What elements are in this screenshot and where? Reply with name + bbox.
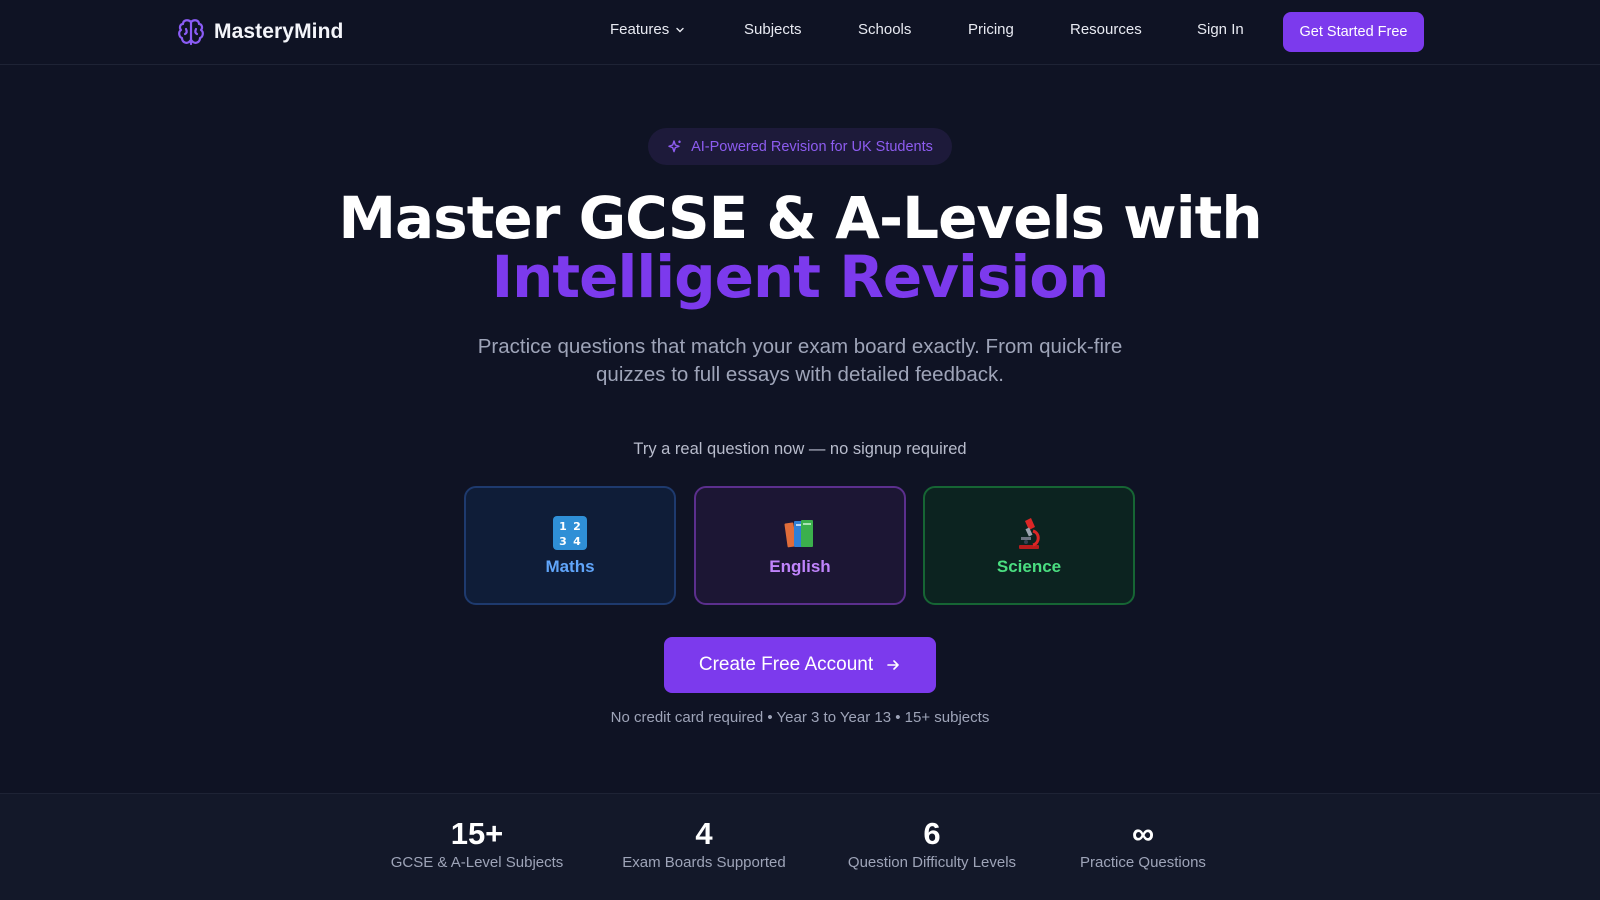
nav-pricing[interactable]: Pricing	[968, 21, 1014, 38]
subject-card-science[interactable]: Science	[923, 486, 1135, 605]
hero-title-highlight: Intelligent Revision	[491, 243, 1110, 311]
hero-badge-text: AI-Powered Revision for UK Students	[691, 138, 933, 155]
stat-value: 15+	[450, 816, 504, 851]
nav-features-label: Features	[610, 21, 670, 38]
brand-name: MasteryMind	[214, 20, 344, 43]
stat-difficulty-levels: 6 Question Difficulty Levels	[822, 816, 1042, 871]
signup-fineprint: No credit card required • Year 3 to Year…	[610, 709, 990, 726]
create-account-button[interactable]: Create Free Account	[664, 637, 936, 693]
nav-sign-in[interactable]: Sign In	[1197, 21, 1244, 38]
subject-label-maths: Maths	[545, 556, 595, 576]
brand-logo[interactable]: MasteryMind	[176, 16, 343, 48]
numbers-icon: 12 34	[553, 515, 587, 550]
stat-label: Question Difficulty Levels	[847, 854, 1017, 871]
brain-icon	[178, 19, 204, 46]
get-started-button[interactable]: Get Started Free	[1283, 12, 1424, 52]
stat-label: GCSE & A-Level Subjects	[390, 854, 564, 871]
subject-label-english: English	[769, 556, 831, 576]
subject-card-english[interactable]: English	[694, 486, 906, 605]
nav-schools[interactable]: Schools	[858, 21, 911, 38]
chevron-down-icon	[676, 27, 684, 32]
books-icon	[784, 519, 813, 547]
sparkle-icon	[668, 139, 681, 152]
subject-card-maths[interactable]: 12 34 Maths	[464, 486, 676, 605]
hero-subtitle: Practice questions that match your exam …	[477, 335, 1123, 386]
svg-text:2: 2	[573, 520, 581, 533]
arrow-right-icon	[887, 660, 899, 670]
svg-text:3: 3	[559, 535, 567, 548]
stat-label: Exam Boards Supported	[622, 854, 786, 871]
stat-subjects: 15+ GCSE & A-Level Subjects	[367, 816, 587, 871]
top-navbar: MasteryMind Features Subjects Schools Pr…	[0, 0, 1600, 65]
stat-label: Practice Questions	[1080, 854, 1206, 871]
stat-value: 6	[923, 816, 941, 851]
microscope-icon	[1019, 517, 1040, 549]
hero-title: Master GCSE & A-Levels with	[338, 184, 1262, 252]
svg-text:1: 1	[559, 520, 567, 533]
stat-exam-boards: 4 Exam Boards Supported	[594, 816, 814, 871]
stat-value: ∞	[1131, 816, 1155, 851]
nav-resources[interactable]: Resources	[1070, 21, 1142, 38]
hero-badge: AI-Powered Revision for UK Students	[648, 128, 952, 165]
nav-features[interactable]: Features	[610, 21, 685, 38]
stats-band: 15+ GCSE & A-Level Subjects 4 Exam Board…	[0, 793, 1600, 900]
nav-subjects[interactable]: Subjects	[744, 21, 802, 38]
svg-text:4: 4	[573, 535, 581, 548]
try-question-prompt: Try a real question now — no signup requ…	[633, 440, 967, 458]
stat-practice-questions: ∞ Practice Questions	[1033, 816, 1253, 871]
create-account-label: Create Free Account	[698, 654, 874, 675]
stat-value: 4	[695, 816, 713, 851]
subject-label-science: Science	[996, 556, 1062, 576]
